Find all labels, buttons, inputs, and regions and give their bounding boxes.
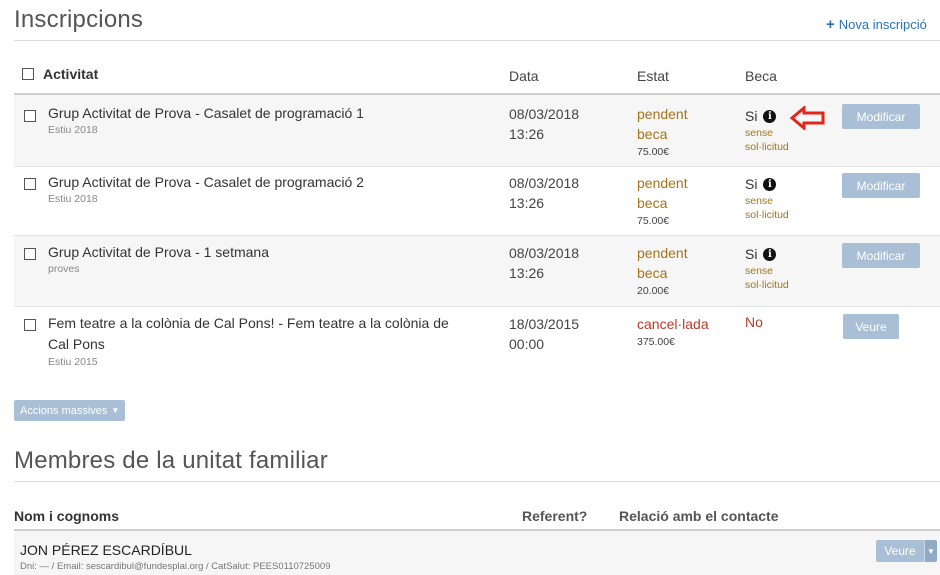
state-label: pendent xyxy=(637,106,688,122)
activity-name: Grup Activitat de Prova - Casalet de pro… xyxy=(48,105,364,121)
activity-name-cont: Cal Pons xyxy=(48,336,105,352)
inscripcions-title: Inscripcions xyxy=(14,6,144,33)
row-checkbox[interactable] xyxy=(24,248,36,260)
price: 375.00€ xyxy=(637,336,675,348)
row-checkbox[interactable] xyxy=(24,178,36,190)
beca-value: Si i xyxy=(745,176,777,192)
activity-season: proves xyxy=(48,263,80,275)
price: 75.00€ xyxy=(637,146,670,158)
date-day: 08/03/2018 xyxy=(509,175,580,191)
beca-label: Si xyxy=(745,176,758,192)
col-relation-header: Relació amb el contacte xyxy=(619,508,779,524)
beca-value: Si i xyxy=(745,246,777,262)
red-arrow-annotation xyxy=(790,106,825,130)
view-button[interactable]: Veure xyxy=(843,314,899,339)
member-view-split-button[interactable]: Veure ▼ xyxy=(876,540,937,562)
member-view-button[interactable]: Veure xyxy=(876,540,924,562)
state-label: pendent xyxy=(637,245,688,261)
state-label: pendent xyxy=(637,175,688,191)
beca-value: No xyxy=(745,314,763,330)
beca-note: sense xyxy=(745,127,774,139)
col-name-header: Nom i cognoms xyxy=(14,508,120,524)
row-checkbox[interactable] xyxy=(24,319,36,331)
col-state-header: Estat xyxy=(637,68,669,84)
col-beca-header: Beca xyxy=(745,68,777,84)
member-details: Dni: — / Email: sescardibul@fundesplai.o… xyxy=(20,561,331,572)
row-checkbox[interactable] xyxy=(24,110,36,122)
select-all-checkbox[interactable] xyxy=(22,68,34,80)
date-day: 18/03/2015 xyxy=(509,316,580,332)
row-divider xyxy=(14,306,940,307)
date-time: 13:26 xyxy=(509,195,545,211)
date-day: 08/03/2018 xyxy=(509,106,580,122)
members-title: Membres de la unitat familiar xyxy=(14,447,328,474)
date-time: 13:26 xyxy=(509,265,545,281)
title-divider xyxy=(14,40,940,41)
col-date-header: Data xyxy=(509,68,539,84)
plus-icon: + xyxy=(826,16,835,33)
date-time: 00:00 xyxy=(509,336,545,352)
caret-down-icon[interactable]: ▼ xyxy=(924,540,937,562)
beca-note-2: sol·licitud xyxy=(745,279,789,291)
activity-season: Estiu 2018 xyxy=(48,124,98,136)
activity-season: Estiu 2015 xyxy=(48,356,98,368)
beca-label: Si xyxy=(745,108,758,124)
modify-button[interactable]: Modificar xyxy=(842,104,920,129)
col-activity-header: Activitat xyxy=(43,66,99,82)
price: 75.00€ xyxy=(637,215,670,227)
activity-name: Grup Activitat de Prova - Casalet de pro… xyxy=(48,174,364,190)
beca-value: Si i xyxy=(745,108,777,124)
info-icon[interactable]: i xyxy=(763,109,777,123)
info-icon[interactable]: i xyxy=(763,177,777,191)
activity-name: Fem teatre a la colònia de Cal Pons! - F… xyxy=(48,315,449,331)
beca-note-2: sol·licitud xyxy=(745,141,789,153)
caret-down-icon: ▼ xyxy=(111,406,120,415)
modify-button[interactable]: Modificar xyxy=(842,243,920,268)
state-label-2: beca xyxy=(637,126,668,142)
mass-actions-label: Accions massives xyxy=(20,404,108,417)
mass-actions-button[interactable]: Accions massives ▼ xyxy=(14,400,126,421)
date-day: 08/03/2018 xyxy=(509,245,580,261)
price: 20.00€ xyxy=(637,285,670,297)
beca-note: sense xyxy=(745,265,774,277)
new-inscription-link[interactable]: + Nova inscripció xyxy=(826,17,927,32)
activity-season: Estiu 2018 xyxy=(48,193,98,205)
row-divider xyxy=(14,166,940,167)
new-inscription-label: Nova inscripció xyxy=(838,17,927,32)
modify-button[interactable]: Modificar xyxy=(842,173,920,198)
activity-name: Grup Activitat de Prova - 1 setmana xyxy=(48,244,269,260)
beca-note-2: sol·licitud xyxy=(745,209,789,221)
col-referent-header: Referent? xyxy=(522,508,588,524)
member-name: JON PÉREZ ESCARDÍBUL xyxy=(20,542,192,558)
members-title-divider xyxy=(14,481,940,482)
info-icon[interactable]: i xyxy=(763,247,777,261)
beca-note: sense xyxy=(745,195,774,207)
state-label-2: beca xyxy=(637,195,668,211)
beca-label: Si xyxy=(745,246,758,262)
date-time: 13:26 xyxy=(509,126,545,142)
state-label: cancel·lada xyxy=(637,316,709,332)
state-label-2: beca xyxy=(637,265,668,281)
